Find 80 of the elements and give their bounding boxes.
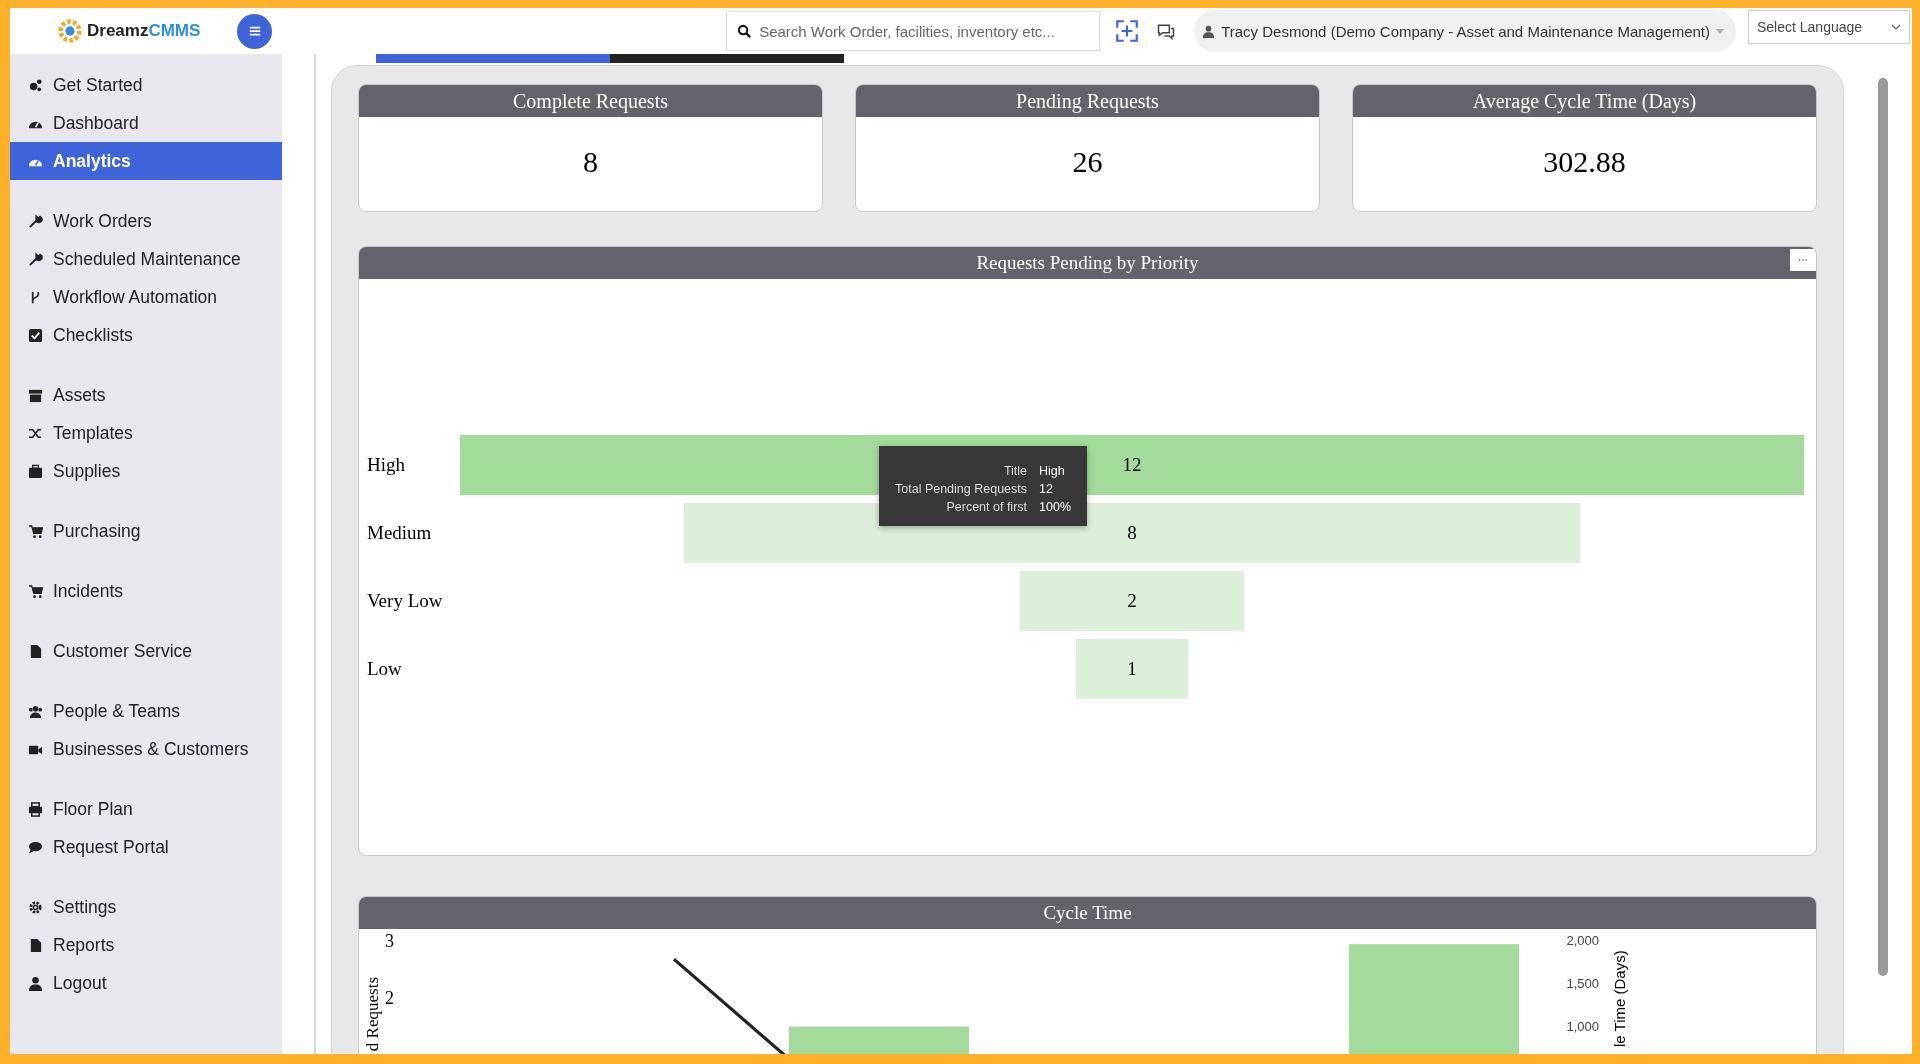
menu-icon bbox=[28, 583, 43, 599]
sidebar-item[interactable]: Assets bbox=[10, 376, 282, 414]
tooltip-value: 100% bbox=[1039, 500, 1071, 514]
tooltip-label: Percent of first bbox=[945, 500, 1028, 514]
menu-icon bbox=[28, 801, 43, 817]
menu-icon bbox=[28, 839, 43, 855]
card-title: Complete Requests bbox=[359, 85, 822, 117]
sidebar-item[interactable]: Checklists bbox=[10, 316, 282, 354]
sidebar-item[interactable]: Floor Plan bbox=[10, 790, 282, 828]
sidebar-item[interactable]: People & Teams bbox=[10, 692, 282, 730]
tick-label: 1,500 bbox=[1565, 976, 1599, 991]
sidebar-item[interactable]: Settings bbox=[10, 888, 282, 926]
category-label: Medium bbox=[367, 522, 433, 544]
funnel-bar[interactable] bbox=[684, 503, 1580, 563]
stat-value: 302.88 bbox=[1542, 144, 1627, 180]
search-icon bbox=[737, 24, 753, 39]
menu-icon bbox=[28, 387, 43, 403]
sidebar-item[interactable]: Businesses & Customers bbox=[10, 730, 282, 768]
sidebar-item[interactable]: Work Orders bbox=[10, 202, 282, 240]
stat-value: 26 bbox=[1071, 144, 1104, 180]
logo-text: DreamzCMMS bbox=[87, 21, 201, 41]
menu-button[interactable] bbox=[237, 13, 273, 49]
sidebar-item[interactable]: Scheduled Maintenance bbox=[10, 240, 282, 278]
menu-icon bbox=[28, 899, 43, 915]
menu-icon bbox=[28, 77, 43, 93]
value-label: 12 bbox=[1122, 454, 1142, 476]
search-field[interactable]: Search Work Order, facilities, inventory etc... bbox=[726, 11, 1101, 51]
menu-icon bbox=[28, 643, 43, 659]
sidebar-item[interactable]: Incidents bbox=[10, 572, 282, 610]
value-label: 1 bbox=[1127, 658, 1137, 680]
sidebar-item[interactable]: Purchasing bbox=[10, 512, 282, 550]
sidebar-item[interactable]: Analytics bbox=[10, 142, 282, 180]
stat-value: 8 bbox=[582, 144, 599, 180]
card-title: Requests Pending by Priority bbox=[359, 247, 1816, 279]
menu-icon bbox=[28, 937, 43, 953]
axis-title: d Requests bbox=[363, 977, 383, 1052]
tick-label: 2,000 bbox=[1565, 933, 1599, 948]
menu-icon bbox=[28, 327, 43, 343]
category-label: Low bbox=[367, 658, 403, 680]
sidebar-item[interactable]: Get Started bbox=[10, 66, 282, 104]
menu-icon bbox=[28, 703, 43, 719]
tooltip-label: Title bbox=[1002, 464, 1028, 478]
menu-icon bbox=[28, 463, 43, 479]
card-title: Average Cycle Time (Days) bbox=[1353, 85, 1816, 117]
tick-label: 1,000 bbox=[1565, 1019, 1599, 1034]
tooltip-value: 12 bbox=[1039, 482, 1054, 496]
sidebar-item[interactable]: Logout bbox=[10, 964, 282, 1002]
sidebar-item[interactable]: Supplies bbox=[10, 452, 282, 490]
menu-icon bbox=[28, 975, 43, 991]
sidebar-item[interactable]: Customer Service bbox=[10, 632, 282, 670]
chevron-icon bbox=[1891, 24, 1901, 30]
category-label: Very Low bbox=[367, 590, 444, 612]
tick-label: 2 bbox=[385, 988, 395, 1009]
sidebar-item[interactable]: Reports bbox=[10, 926, 282, 964]
card-title: Cycle Time bbox=[359, 897, 1816, 929]
sidebar-item[interactable]: Dashboard bbox=[10, 104, 282, 142]
more-icon bbox=[1798, 258, 1808, 262]
user-icon bbox=[1202, 24, 1216, 38]
caret-icon bbox=[1716, 28, 1724, 34]
category-label: High bbox=[367, 454, 406, 476]
scan-icon[interactable] bbox=[1114, 18, 1141, 44]
logo-icon bbox=[56, 17, 84, 45]
axis-title: le Time (Days) bbox=[1611, 949, 1628, 1047]
card-title: Pending Requests bbox=[856, 85, 1319, 117]
sidebar-item[interactable]: Templates bbox=[10, 414, 282, 452]
chat-icon[interactable] bbox=[1156, 21, 1177, 41]
tooltip-label: Total Pending Requests bbox=[895, 482, 1028, 496]
scrollbar-thumb[interactable] bbox=[1878, 78, 1888, 976]
value-label: 2 bbox=[1127, 590, 1137, 612]
value-label: 8 bbox=[1127, 522, 1137, 544]
menu-icon bbox=[28, 251, 43, 267]
menu-icon bbox=[247, 24, 262, 38]
menu-icon bbox=[28, 213, 43, 229]
sidebar-item[interactable]: Workflow Automation bbox=[10, 278, 282, 316]
menu-icon bbox=[28, 523, 43, 539]
language-select[interactable]: Select Language bbox=[1748, 10, 1910, 44]
user-menu[interactable]: Tracy Desmond (Demo Company - Asset and Maintenance Management) bbox=[1194, 10, 1736, 52]
tick-label: 3 bbox=[385, 931, 395, 952]
tooltip-value: High bbox=[1039, 464, 1066, 478]
sidebar-item[interactable]: Request Portal bbox=[10, 828, 282, 866]
